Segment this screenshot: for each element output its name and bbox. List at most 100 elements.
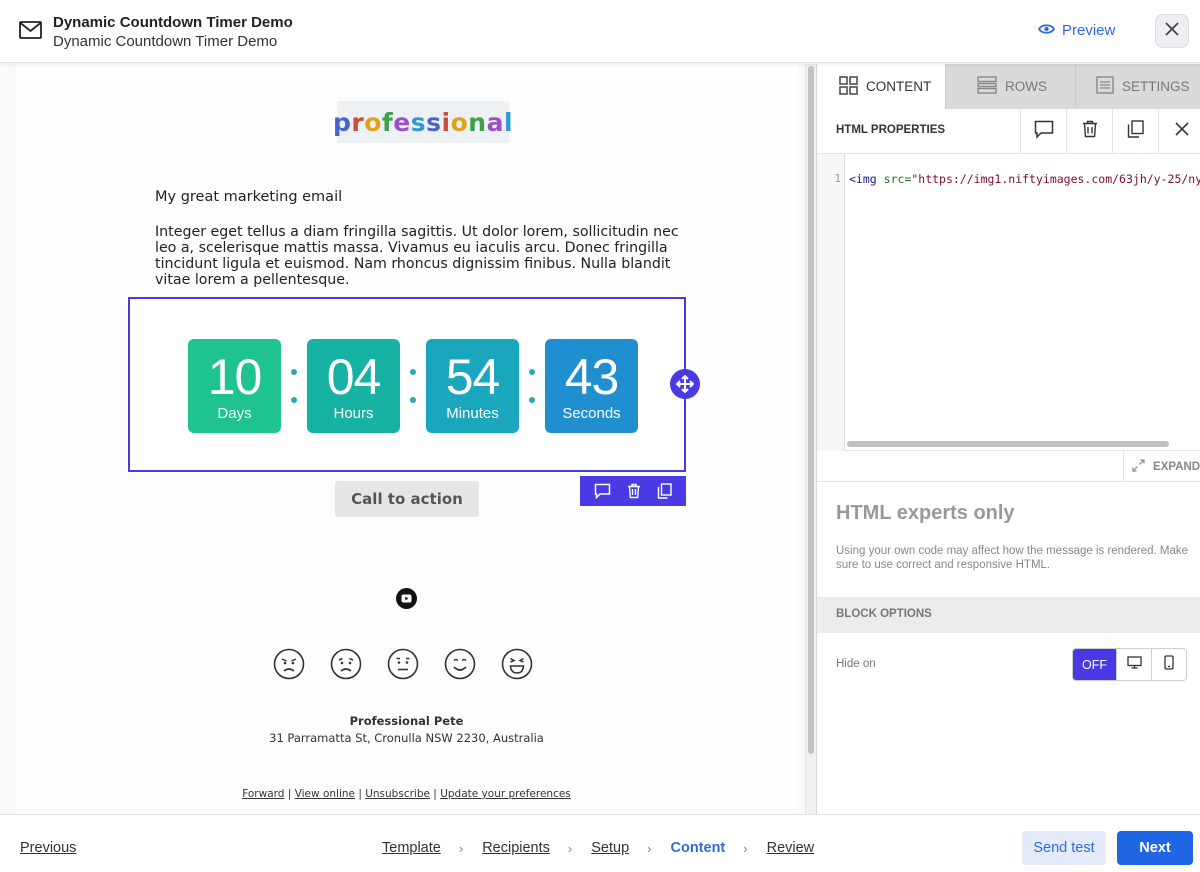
logo-text: professional bbox=[333, 108, 513, 137]
editor-horizontal-scrollbar[interactable] bbox=[847, 441, 1169, 447]
sad-face-icon[interactable] bbox=[330, 648, 362, 680]
next-button[interactable]: Next bbox=[1117, 831, 1193, 865]
logo-image[interactable]: professional bbox=[333, 101, 513, 143]
block-toolbar bbox=[580, 476, 686, 506]
duplicate-icon bbox=[1127, 120, 1144, 143]
preview-button[interactable]: Preview bbox=[1037, 22, 1115, 39]
tab-content-label: CONTENT bbox=[866, 79, 932, 94]
campaign-subtitle: Dynamic Countdown Timer Demo bbox=[53, 33, 278, 50]
timer-days-value: 10 bbox=[207, 349, 263, 405]
tab-content[interactable]: CONTENT bbox=[817, 64, 946, 109]
hide-on-toggle: OFF bbox=[1072, 648, 1187, 681]
canvas-scrollbar-thumb[interactable] bbox=[808, 66, 814, 754]
code-line[interactable]: <img src="https://img1.niftyimages.com/6… bbox=[849, 172, 1200, 186]
html-properties-title: HTML PROPERTIES bbox=[836, 124, 946, 136]
logo-letter: p bbox=[332, 107, 352, 137]
close-icon bbox=[1165, 21, 1179, 41]
close-panel-button[interactable] bbox=[1158, 109, 1200, 154]
html-experts-title: HTML experts only bbox=[836, 502, 1015, 524]
close-button[interactable] bbox=[1155, 14, 1189, 48]
block-options-title: BLOCK OPTIONS bbox=[836, 608, 932, 620]
email-paragraph[interactable]: Integer eget tellus a diam fringilla sag… bbox=[155, 224, 695, 288]
happy-face-icon[interactable] bbox=[444, 648, 476, 680]
timer-seconds-label: Seconds bbox=[562, 405, 621, 422]
rating-faces bbox=[273, 648, 533, 680]
step-recipients[interactable]: Recipients bbox=[482, 840, 550, 856]
delete-button[interactable] bbox=[1066, 109, 1112, 154]
view-online-link[interactable]: View online bbox=[295, 788, 355, 800]
chevron-right-icon: › bbox=[458, 840, 464, 856]
logo-letter: a bbox=[486, 107, 504, 137]
timer-hours-label: Hours bbox=[333, 405, 374, 422]
duplicate-icon[interactable] bbox=[657, 483, 672, 499]
youtube-icon[interactable] bbox=[396, 588, 417, 609]
expand-icon bbox=[1132, 458, 1145, 475]
neutral-face-icon[interactable] bbox=[387, 648, 419, 680]
panel-tabs: CONTENT ROWS SETTINGS bbox=[817, 64, 1200, 109]
logo-letter: e bbox=[393, 107, 411, 137]
separator: | bbox=[358, 788, 362, 800]
step-template[interactable]: Template bbox=[382, 840, 441, 856]
step-review[interactable]: Review bbox=[767, 840, 815, 856]
call-to-action-button[interactable]: Call to action bbox=[335, 481, 479, 517]
expand-button[interactable]: EXPAND bbox=[1123, 451, 1200, 482]
tab-rows-label: ROWS bbox=[1005, 79, 1047, 94]
footer-links: Forward | View online | Unsubscribe | Up… bbox=[0, 788, 805, 800]
hide-on-desktop-button[interactable] bbox=[1116, 649, 1151, 680]
email-heading[interactable]: My great marketing email bbox=[155, 189, 342, 205]
logo-letter: o bbox=[364, 107, 382, 137]
comment-button[interactable] bbox=[1020, 109, 1066, 154]
chevron-right-icon: › bbox=[647, 840, 652, 856]
trash-icon[interactable] bbox=[627, 483, 641, 499]
comment-icon[interactable] bbox=[594, 483, 611, 499]
canvas-scrollbar[interactable] bbox=[805, 64, 816, 814]
timer-hours-value: 04 bbox=[326, 349, 382, 405]
bottom-navigation: Previous Template › Recipients › Setup ›… bbox=[0, 814, 1200, 872]
html-code-editor[interactable]: 1 <img src="https://img1.niftyimages.com… bbox=[817, 154, 1200, 451]
tab-rows[interactable]: ROWS bbox=[946, 64, 1076, 109]
timer-separator bbox=[281, 339, 307, 433]
timer-hours-tile: 04 Hours bbox=[307, 339, 400, 433]
chevron-right-icon: › bbox=[567, 840, 573, 856]
countdown-timer-block[interactable]: 10 Days 04 Hours 54 Minutes 43 Seconds bbox=[128, 297, 686, 472]
previous-link[interactable]: Previous bbox=[20, 840, 76, 856]
step-breadcrumb: Template › Recipients › Setup › Content … bbox=[382, 840, 814, 856]
separator: | bbox=[433, 788, 437, 800]
timer-seconds-tile: 43 Seconds bbox=[545, 339, 638, 433]
html-experts-description: Using your own code may affect how the m… bbox=[836, 545, 1188, 571]
logo-letter: s bbox=[410, 107, 427, 137]
forward-link[interactable]: Forward bbox=[242, 788, 284, 800]
send-test-button[interactable]: Send test bbox=[1022, 831, 1106, 865]
tab-settings-label: SETTINGS bbox=[1122, 79, 1190, 94]
tab-settings[interactable]: SETTINGS bbox=[1076, 64, 1200, 109]
company-address: 31 Parramatta St, Cronulla NSW 2230, Aus… bbox=[269, 731, 544, 745]
laughing-face-icon[interactable] bbox=[501, 648, 533, 680]
desktop-icon bbox=[1126, 655, 1142, 674]
logo-letter: r bbox=[351, 107, 365, 137]
timer-minutes-value: 54 bbox=[445, 349, 501, 405]
timer-separator bbox=[519, 339, 545, 433]
step-setup[interactable]: Setup bbox=[591, 840, 629, 856]
hide-on-off-button[interactable]: OFF bbox=[1073, 649, 1116, 680]
logo-letter: n bbox=[468, 107, 487, 137]
chevron-right-icon: › bbox=[743, 840, 748, 856]
logo-letter: l bbox=[503, 107, 514, 137]
move-handle-icon[interactable] bbox=[670, 369, 700, 399]
logo-letter: s bbox=[426, 107, 442, 137]
timer-separator bbox=[400, 339, 426, 433]
rows-icon bbox=[977, 76, 997, 97]
step-content[interactable]: Content bbox=[670, 840, 725, 856]
hide-on-label: Hide on bbox=[836, 658, 876, 670]
unsubscribe-link[interactable]: Unsubscribe bbox=[365, 788, 430, 800]
code-tag: <img bbox=[849, 172, 877, 186]
update-preferences-link[interactable]: Update your preferences bbox=[440, 788, 571, 800]
settings-list-icon bbox=[1096, 76, 1114, 97]
line-gutter bbox=[817, 154, 845, 451]
hide-on-mobile-button[interactable] bbox=[1151, 649, 1186, 680]
close-icon bbox=[1174, 122, 1189, 141]
code-value: "https://img1.niftyimages.com/63jh/y-25/… bbox=[911, 172, 1200, 186]
logo-letter: f bbox=[381, 107, 394, 137]
angry-face-icon[interactable] bbox=[273, 648, 305, 680]
duplicate-button[interactable] bbox=[1112, 109, 1158, 154]
timer-seconds-value: 43 bbox=[564, 349, 620, 405]
